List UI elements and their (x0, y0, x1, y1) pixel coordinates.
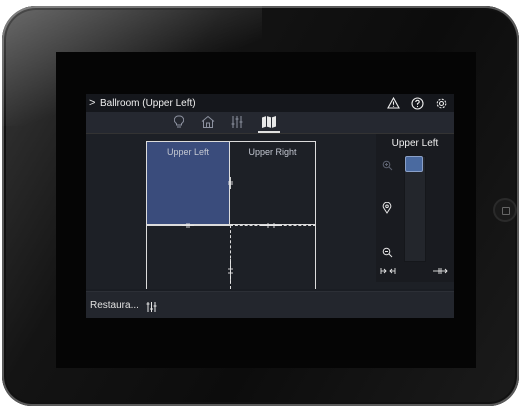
collapse-icon[interactable] (380, 262, 396, 274)
help-icon[interactable] (410, 96, 424, 110)
zoom-in-icon[interactable] (382, 158, 394, 171)
tab-controls[interactable] (228, 114, 246, 130)
tab-lighting[interactable] (170, 114, 188, 130)
room-label: Upper Right (248, 147, 297, 157)
room-upper-right[interactable]: Upper Right (230, 141, 316, 225)
home-button[interactable] (495, 200, 515, 220)
lighting-app: > Ballroom (Upper Left) Upper Left Upper… (86, 94, 454, 318)
level-slider-thumb[interactable] (405, 156, 423, 172)
partition-handle-icon[interactable] (227, 177, 234, 191)
room-label: Upper Left (166, 147, 210, 157)
tab-home[interactable] (199, 114, 217, 130)
location-pin-icon[interactable] (382, 201, 394, 214)
warning-icon[interactable] (386, 96, 400, 110)
panel-title: Upper Left (391, 138, 439, 149)
title-bar: > Ballroom (Upper Left) (86, 94, 454, 112)
scene-label[interactable]: Restaura... (90, 300, 139, 311)
back-chevron-icon[interactable]: > (89, 97, 97, 109)
room-control-panel: Upper Left (376, 134, 454, 282)
sliders-icon (231, 116, 243, 128)
expand-icon[interactable] (432, 262, 448, 274)
room-upper-left[interactable]: Upper Left (146, 141, 230, 225)
tab-floorplan[interactable] (260, 114, 278, 130)
wall-divider (146, 225, 147, 289)
partition-handle-icon[interactable] (227, 259, 234, 285)
partition-handle-icon[interactable] (260, 222, 282, 231)
active-tab-indicator (258, 131, 280, 133)
lightbulb-icon (174, 115, 184, 128)
floor-plan: Upper Left Upper Right (146, 141, 316, 289)
sliders-icon[interactable] (145, 300, 157, 312)
wall-divider (315, 225, 316, 289)
home-icon (201, 115, 215, 128)
bottom-bar: Restaura... (86, 291, 454, 318)
partition-handle-icon[interactable] (182, 222, 194, 231)
settings-gear-icon[interactable] (434, 96, 448, 110)
page-title[interactable]: Ballroom (Upper Left) (100, 98, 196, 109)
map-icon (262, 116, 276, 128)
floorplan-area: Upper Left Upper Right Upper Left (86, 134, 454, 289)
zoom-out-icon[interactable] (382, 245, 394, 258)
